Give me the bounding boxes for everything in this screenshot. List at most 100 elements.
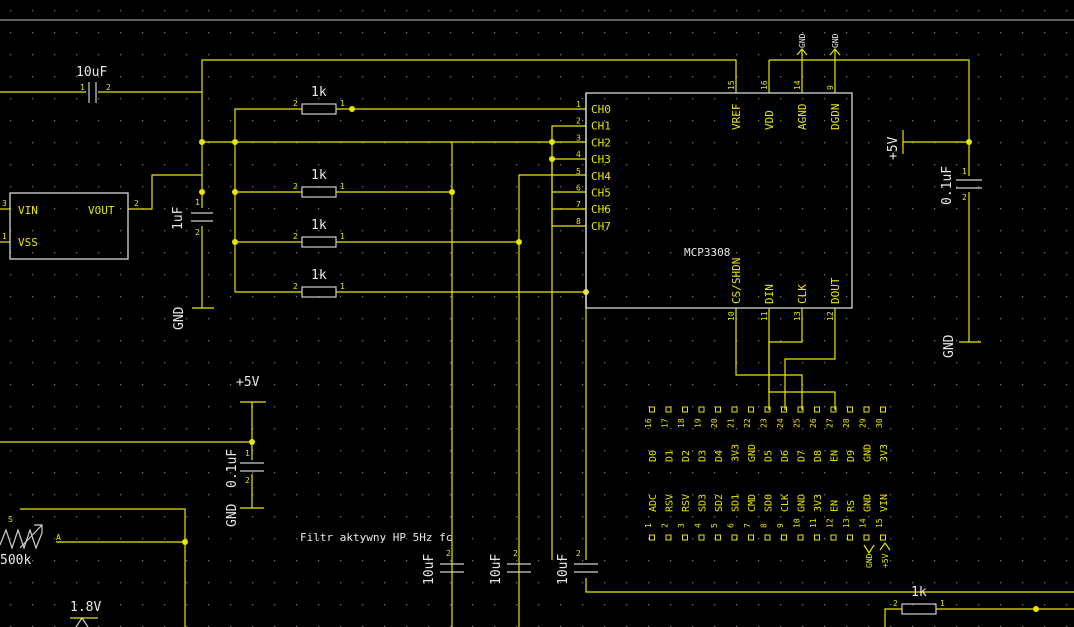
header-pin-label: GND <box>863 444 874 462</box>
svg-text:2: 2 <box>293 232 298 241</box>
header-pin-label: RS <box>846 500 857 512</box>
header-pin-label: CMD <box>747 494 758 512</box>
svg-text:1: 1 <box>80 83 85 92</box>
svg-text:1k: 1k <box>911 585 927 600</box>
header-pin-number: 7 <box>743 523 752 528</box>
adc-pin-ch6: CH6 <box>591 203 611 216</box>
adc-pin-clk: CLK <box>796 284 809 304</box>
pot-value: 500k <box>0 553 31 568</box>
adc-pin-number: 14 <box>793 80 802 90</box>
header-pin-label: 3V3 <box>731 444 742 462</box>
header-pin-number: 1 <box>644 523 653 528</box>
header-pin-number: 24 <box>776 418 785 428</box>
svg-text:1k: 1k <box>311 218 327 233</box>
header-pin-label: SD3 <box>698 494 709 512</box>
svg-text:1k: 1k <box>311 85 327 100</box>
header-pin-number: 27 <box>826 418 835 428</box>
plus5v-label-left: +5V <box>236 375 260 390</box>
adc-pin-din: DIN <box>763 284 776 304</box>
header-pin-label: SD0 <box>764 494 775 512</box>
adc-pin-number: 10 <box>727 311 736 321</box>
header-pin-number: 15 <box>875 518 884 528</box>
adc-pin-number: 7 <box>576 200 581 209</box>
gnd-label-right: GND <box>942 334 957 358</box>
header-pin-label: RSV <box>681 494 692 512</box>
adc-pin-dgdn: DGDN <box>829 104 842 131</box>
adc-pin-vref: VREF <box>730 104 743 131</box>
svg-text:10uF: 10uF <box>422 554 437 585</box>
adc-pin-cs-shdn: CS/SHDN <box>730 258 743 304</box>
svg-text:1: 1 <box>340 282 345 291</box>
svg-text:10uF: 10uF <box>556 554 571 585</box>
header-pin-number: 25 <box>793 418 802 428</box>
adc-pin-ch2: CH2 <box>591 136 611 149</box>
adc-pin-ch7: CH7 <box>591 220 611 233</box>
svg-text:1: 1 <box>245 449 250 458</box>
header-pin-label: D8 <box>813 450 824 462</box>
svg-text:1: 1 <box>340 182 345 191</box>
svg-text:2: 2 <box>513 549 518 558</box>
header-pin-label: GND <box>863 494 874 512</box>
header-pin-label: GND <box>797 494 808 512</box>
adc-pin-number: 2 <box>576 117 581 126</box>
header-pin-label: EN <box>830 450 841 462</box>
adc-pin-agnd: AGND <box>796 104 809 131</box>
svg-text:2: 2 <box>134 199 139 208</box>
header-pin-number: 12 <box>826 518 835 528</box>
v18-label: 1.8V <box>70 600 101 615</box>
adc-pin-ch0: CH0 <box>591 103 611 116</box>
svg-text:2: 2 <box>576 549 581 558</box>
adc-pin-number: 3 <box>576 133 581 142</box>
header-pin-number: 30 <box>875 418 884 428</box>
header-pin-label: RSV <box>665 494 676 512</box>
svg-text:S: S <box>8 515 13 524</box>
header-pin-number: 22 <box>743 418 752 428</box>
svg-text:1: 1 <box>340 99 345 108</box>
adc-pin-number: 1 <box>576 100 581 109</box>
svg-text:1: 1 <box>195 198 200 207</box>
svg-text:2: 2 <box>195 228 200 237</box>
svg-text:2: 2 <box>293 182 298 191</box>
header-pin-number: 13 <box>842 518 851 528</box>
header-pin-number: 11 <box>809 518 818 528</box>
adc-pin-number: 12 <box>826 311 835 321</box>
header-pin-number: 21 <box>727 418 736 428</box>
reg-pin-vss: VSS <box>18 236 38 249</box>
adc-pin-ch5: CH5 <box>591 187 611 200</box>
adc-pin-number: 13 <box>793 311 802 321</box>
header-pin-label: D4 <box>714 450 725 462</box>
adc-name: MCP3308 <box>684 246 730 259</box>
svg-text:10uF: 10uF <box>489 554 504 585</box>
header-pin-number: 5 <box>710 523 719 528</box>
gnd-label-lower: GND <box>225 503 240 527</box>
header-pin-label: D0 <box>648 450 659 462</box>
header-pin-label: D9 <box>846 450 857 462</box>
header-pin-label: ADC <box>648 494 659 512</box>
header-pin-number: 16 <box>644 418 653 428</box>
svg-text:2: 2 <box>245 476 250 485</box>
header-pin-number: 9 <box>776 523 785 528</box>
filter-note: Filtr aktywny HP 5Hz fc <box>300 531 452 544</box>
header-pin-number: 29 <box>859 418 868 428</box>
reg-pin-vout: VOUT <box>88 204 115 217</box>
svg-text:GND: GND <box>798 33 807 48</box>
header-pin-number: 19 <box>694 418 703 428</box>
svg-text:0.1uF: 0.1uF <box>940 166 955 205</box>
adc-pin-ch1: CH1 <box>591 120 611 133</box>
header-pin-number: 8 <box>760 523 769 528</box>
svg-text:GND: GND <box>865 553 874 568</box>
header-pin-number: 3 <box>677 523 686 528</box>
header-pin-label: D6 <box>780 450 791 462</box>
svg-text:0.1uF: 0.1uF <box>225 449 240 488</box>
svg-text:1: 1 <box>2 232 7 241</box>
svg-text:1k: 1k <box>311 168 327 183</box>
svg-text:2: 2 <box>962 193 967 202</box>
header-pin-number: 17 <box>661 418 670 428</box>
adc-pin-number: 15 <box>727 80 736 90</box>
svg-text:GND: GND <box>831 33 840 48</box>
header-pin-label: SD2 <box>714 494 725 512</box>
grid-dots <box>0 0 1074 627</box>
header-pin-label: GND <box>747 444 758 462</box>
header-pin-label: D5 <box>764 450 775 462</box>
header-pin-label: 3V3 <box>813 494 824 512</box>
